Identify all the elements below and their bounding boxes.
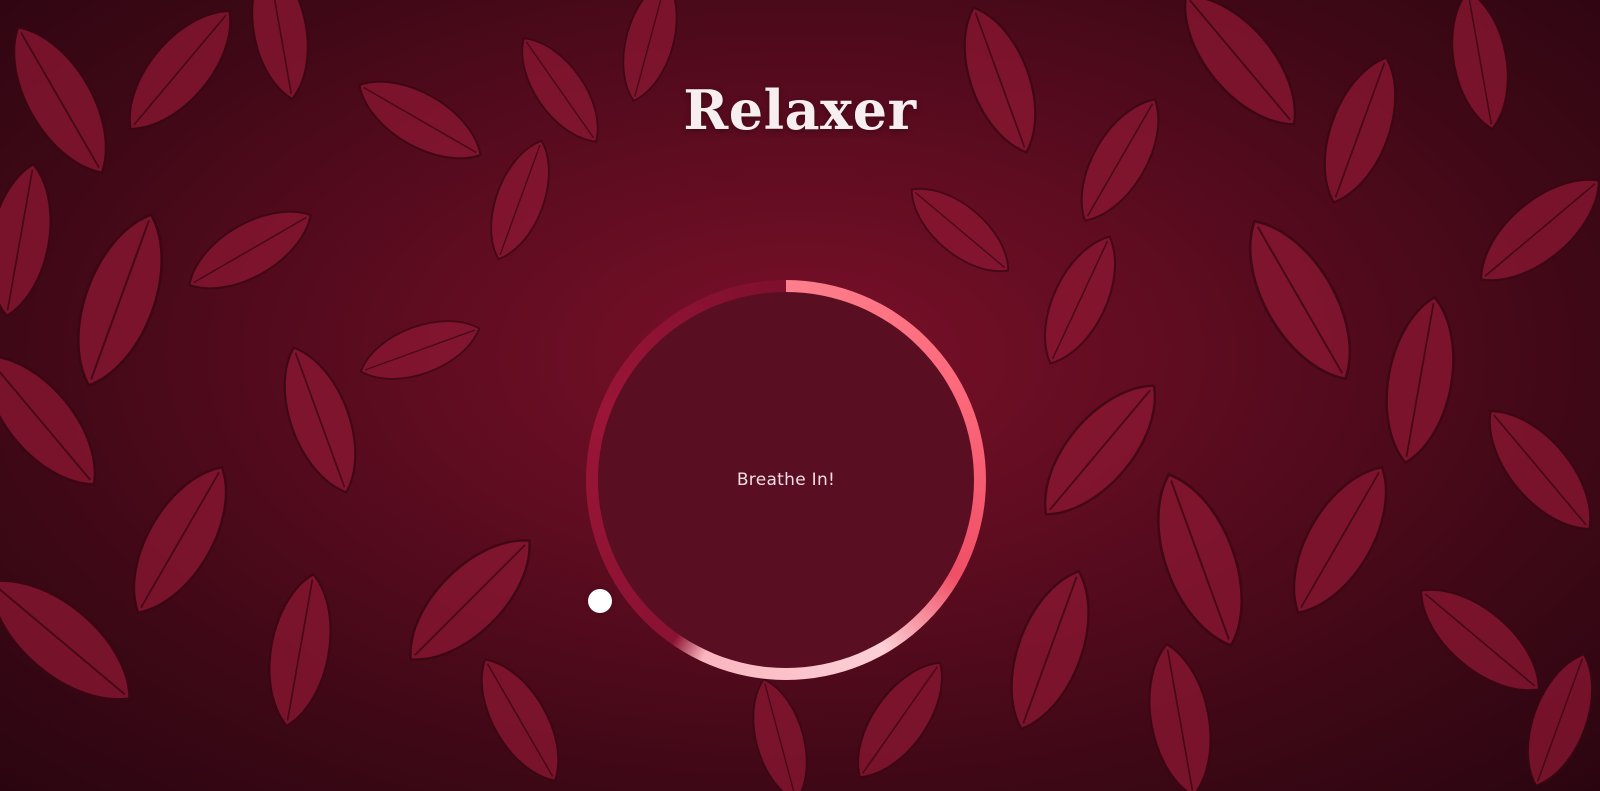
leaf-shape <box>1148 642 1212 791</box>
leaf-shape <box>1479 178 1600 282</box>
breathing-circle: Breathe In! <box>598 292 974 668</box>
breathing-instruction: Breathe In! <box>736 470 836 490</box>
leaf-shape <box>1488 409 1592 531</box>
app-title: Relaxer <box>683 78 917 143</box>
leaf-shape <box>752 678 808 791</box>
breathing-pointer-dot <box>588 589 612 613</box>
leaf-shape <box>0 579 132 701</box>
breathing-circle-container: Breathe In! <box>586 280 986 680</box>
